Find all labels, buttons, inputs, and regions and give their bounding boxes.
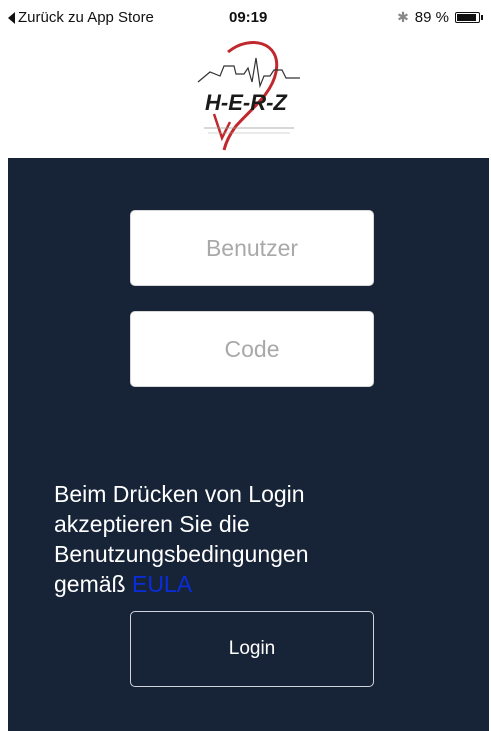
back-label: Zurück zu App Store: [18, 9, 154, 26]
login-button-label: Login: [228, 638, 276, 659]
terms-notice: Beim Drücken von Login akzeptieren Sie d…: [54, 479, 384, 599]
battery-fill: [457, 14, 476, 21]
battery-percent: 89 %: [414, 9, 449, 26]
battery-tip: [481, 15, 483, 20]
code-input[interactable]: Code: [130, 311, 374, 387]
username-input[interactable]: Benutzer: [130, 210, 374, 286]
back-chevron-icon: [8, 11, 15, 24]
code-placeholder: Code: [224, 335, 280, 362]
logo-text: H-E-R-Z: [205, 90, 287, 115]
clock-time: 09:19: [229, 9, 268, 26]
bluetooth-icon: ✱: [397, 9, 409, 25]
login-panel: Benutzer Code Beim Drücken von Login akz…: [8, 158, 489, 731]
status-indicators: ✱ 89 %: [397, 9, 483, 26]
battery-icon: [455, 12, 480, 23]
back-to-app-store-link[interactable]: Zurück zu App Store: [8, 9, 154, 26]
status-bar: Zurück zu App Store 09:19 ✱ 89 %: [0, 0, 491, 38]
username-placeholder: Benutzer: [205, 234, 299, 261]
eula-link[interactable]: EULA: [132, 571, 192, 597]
header-logo-area: H-E-R-Z: [0, 38, 491, 158]
login-button[interactable]: Login: [130, 611, 374, 687]
